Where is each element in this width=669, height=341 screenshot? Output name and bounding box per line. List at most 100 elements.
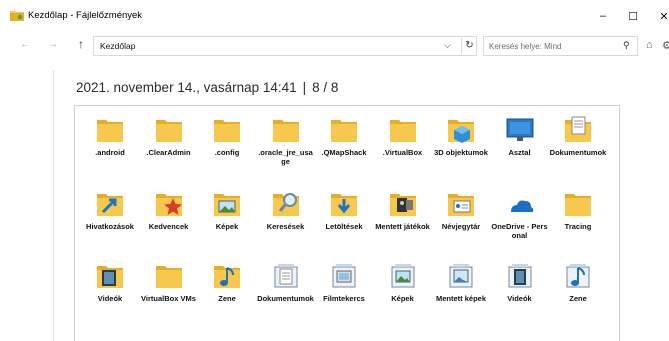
file-item[interactable]: Tracing — [549, 186, 607, 231]
contacts-icon — [448, 194, 474, 216]
file-item[interactable]: Keresések — [257, 186, 315, 231]
videos-library-icon — [508, 264, 531, 288]
file-item-label: Kedvencek — [148, 222, 189, 231]
backup-contents-panel: .android .ClearAdmin .config .oracle_jre_us… — [74, 105, 620, 341]
file-item[interactable]: .ClearAdmin — [140, 112, 198, 157]
window-title: Kezdőlap - Fájlelőzmények — [28, 10, 143, 21]
home-icon[interactable]: ⌂ — [646, 39, 653, 51]
file-item[interactable]: Letöltések — [315, 186, 373, 231]
folder-icon — [389, 120, 416, 142]
file-item-label: .config — [214, 148, 240, 157]
file-item[interactable]: Hivatkozások — [81, 186, 139, 231]
file-item-label: Zene — [569, 294, 587, 303]
back-arrow-icon[interactable]: ← — [20, 39, 30, 50]
file-item[interactable]: Kedvencek — [140, 186, 198, 231]
file-item[interactable]: Mentett játékok — [374, 186, 432, 231]
version-counter: 8 / 8 — [312, 80, 339, 95]
up-arrow-icon[interactable]: ↑ — [78, 37, 84, 51]
file-item[interactable]: Mentett képek — [432, 258, 490, 303]
folder-icon — [272, 120, 299, 142]
search-box[interactable]: ⚲ — [483, 36, 638, 56]
music-library-icon — [566, 264, 590, 288]
chevron-down-icon[interactable]: ⌵ — [444, 40, 451, 51]
file-item-label: 3D objektumok — [434, 148, 488, 157]
file-item-label: Névjegytár — [441, 222, 481, 231]
file-item-label: Mentett képek — [435, 294, 486, 303]
file-item[interactable]: .VirtualBox — [374, 112, 432, 157]
camera-roll-library-icon — [332, 264, 356, 288]
file-item-label: .android — [95, 148, 125, 157]
file-item-label: Tracing — [564, 222, 592, 231]
gear-icon[interactable]: ⚙ — [662, 39, 669, 52]
file-item-label: .ClearAdmin — [146, 148, 191, 157]
close-button[interactable]: ✕ — [646, 4, 669, 28]
file-item[interactable]: Dokumentumok — [257, 258, 315, 303]
file-item-label: Asztal — [508, 148, 531, 157]
documents-folder-icon — [565, 116, 591, 142]
folder-icon — [97, 120, 123, 142]
file-item[interactable]: Zene — [198, 258, 256, 303]
forward-arrow-icon[interactable]: → — [48, 39, 58, 50]
file-item[interactable]: Videók — [491, 258, 549, 303]
file-item-label: Letöltések — [325, 222, 363, 231]
file-item-label: Képek — [391, 294, 414, 303]
minimize-icon: – — [599, 10, 607, 22]
videos-folder-icon — [97, 266, 123, 288]
title-bar: Kezdőlap - Fájlelőzmények – ☐ ✕ — [0, 0, 669, 32]
file-item[interactable]: .QMapShack — [315, 112, 373, 157]
file-item-label: .QMapShack — [321, 148, 367, 157]
links-icon — [97, 194, 123, 216]
refresh-icon[interactable]: ↻ — [461, 38, 477, 54]
file-item[interactable]: Dokumentumok — [549, 112, 607, 157]
file-item-label: OneDrive - Personal — [491, 222, 548, 240]
file-item-label: Dokumentumok — [549, 148, 607, 157]
file-item[interactable]: .oracle_jre_usage — [257, 112, 315, 166]
folder-icon — [155, 120, 182, 142]
folder-icon — [565, 194, 591, 216]
folder-icon — [214, 120, 240, 142]
search-icon[interactable]: ⚲ — [623, 40, 630, 51]
address-text: Kezdőlap — [100, 41, 136, 51]
file-item-label: .VirtualBox — [382, 148, 423, 157]
file-item[interactable]: Névjegytár — [432, 186, 490, 231]
searches-icon — [272, 193, 299, 216]
file-item[interactable]: Asztal — [491, 112, 549, 157]
file-item-label: Filmtekercs — [323, 294, 365, 303]
file-item[interactable]: Filmtekercs — [315, 258, 373, 303]
file-item[interactable]: Képek — [198, 186, 256, 231]
backup-version-header: 2021. november 14., vasárnap 14:41 | 8 / 8 — [76, 80, 338, 95]
file-item[interactable]: .config — [198, 112, 256, 157]
saved-pictures-library-icon — [449, 264, 473, 288]
folder-icon — [331, 120, 357, 142]
pictures-library-icon — [391, 264, 414, 288]
file-item[interactable]: Videók — [81, 258, 139, 303]
favorites-icon — [155, 194, 182, 216]
search-input[interactable] — [489, 40, 614, 53]
maximize-icon: ☐ — [628, 10, 638, 23]
backup-date: 2021. november 14., vasárnap 14:41 — [76, 80, 297, 95]
file-item[interactable]: .android — [81, 112, 139, 157]
left-navigation-pane — [0, 70, 54, 341]
documents-library-icon — [274, 264, 297, 288]
file-item-label: Videók — [507, 294, 532, 303]
file-item[interactable]: 3D objektumok — [432, 112, 490, 157]
file-item[interactable]: Képek — [374, 258, 432, 303]
folder-icon — [155, 266, 182, 288]
file-item[interactable]: Zene — [549, 258, 607, 303]
file-item-label: .oracle_jre_usage — [258, 148, 313, 166]
address-bar[interactable]: Kezdőlap ⌵ ↻ — [93, 36, 477, 56]
file-item-label: Zene — [218, 294, 236, 303]
file-item-label: VirtualBox VMs — [141, 294, 196, 303]
file-item[interactable]: OneDrive - Personal — [491, 186, 549, 240]
file-item[interactable]: VirtualBox VMs — [140, 258, 198, 303]
pictures-folder-icon — [214, 194, 240, 216]
desktop-icon — [506, 118, 533, 141]
file-item-label: Dokumentumok — [257, 294, 314, 303]
file-item-label: Videók — [97, 294, 123, 303]
close-icon: ✕ — [659, 10, 669, 23]
file-item-label: Képek — [215, 222, 239, 231]
header-separator: | — [302, 80, 307, 95]
onedrive-icon — [506, 194, 533, 216]
file-history-app-icon — [10, 11, 24, 21]
3d-objects-icon — [448, 120, 474, 143]
